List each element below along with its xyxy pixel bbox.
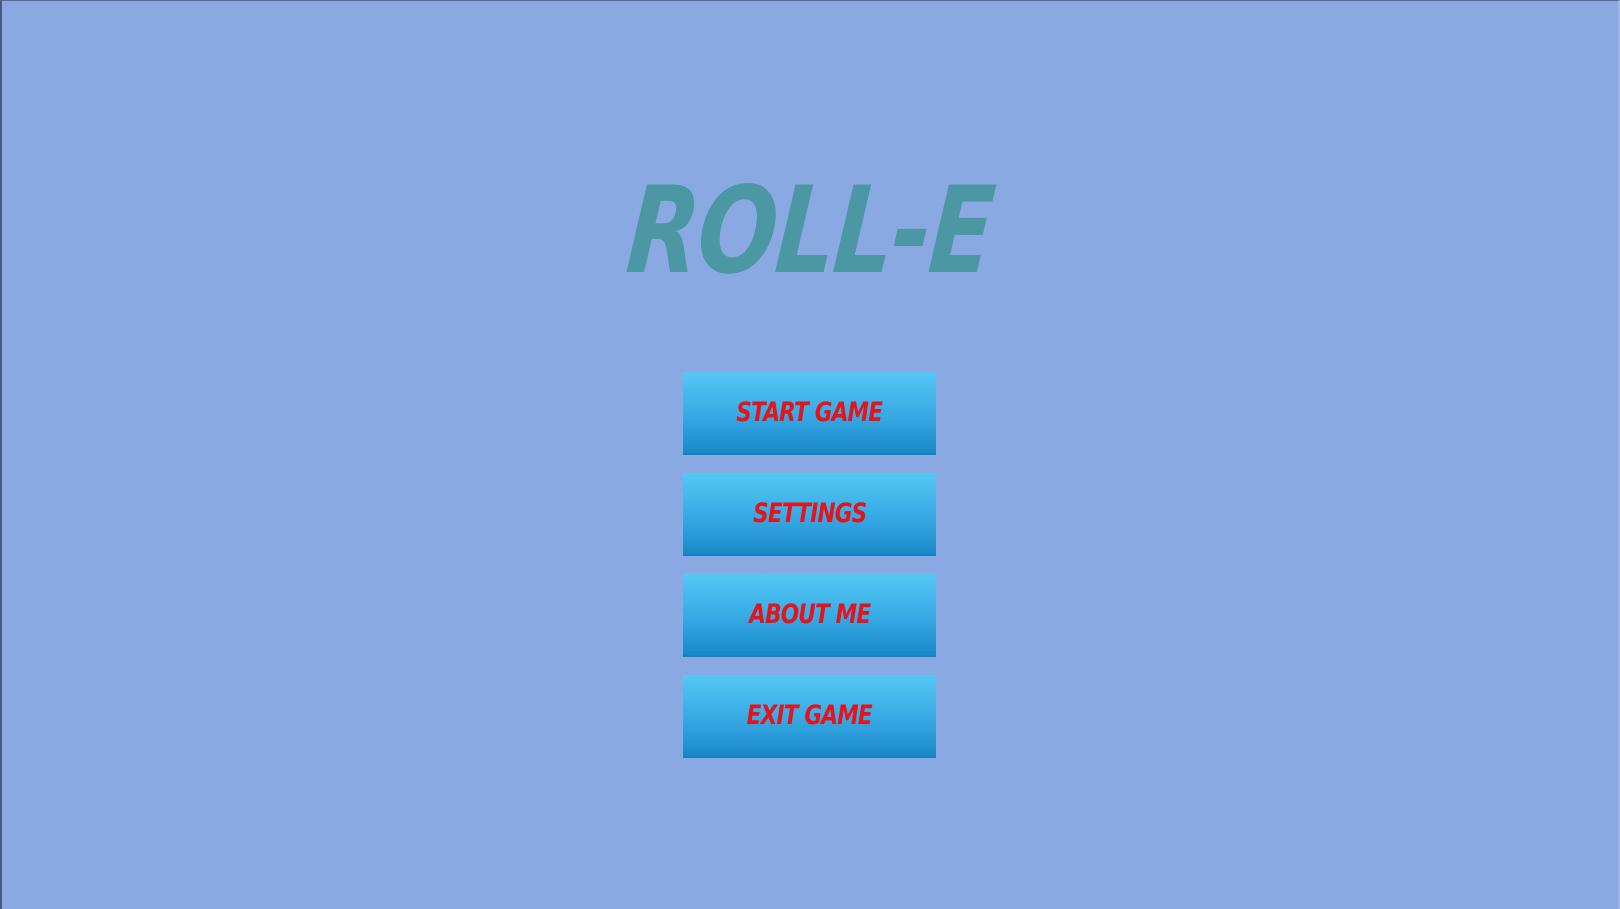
about-me-label: ABOUT ME	[748, 599, 871, 630]
start-game-label: START GAME	[736, 397, 884, 428]
settings-label: SETTINGS	[752, 498, 867, 529]
exit-game-label: EXIT GAME	[746, 700, 873, 731]
exit-game-button[interactable]: EXIT GAME	[683, 675, 936, 758]
settings-button[interactable]: SETTINGS	[683, 473, 936, 556]
game-title: ROLL-E	[622, 162, 998, 301]
about-me-button[interactable]: ABOUT ME	[683, 574, 936, 657]
main-menu: START GAME SETTINGS ABOUT ME EXIT GAME	[683, 372, 936, 776]
start-game-button[interactable]: START GAME	[683, 372, 936, 455]
